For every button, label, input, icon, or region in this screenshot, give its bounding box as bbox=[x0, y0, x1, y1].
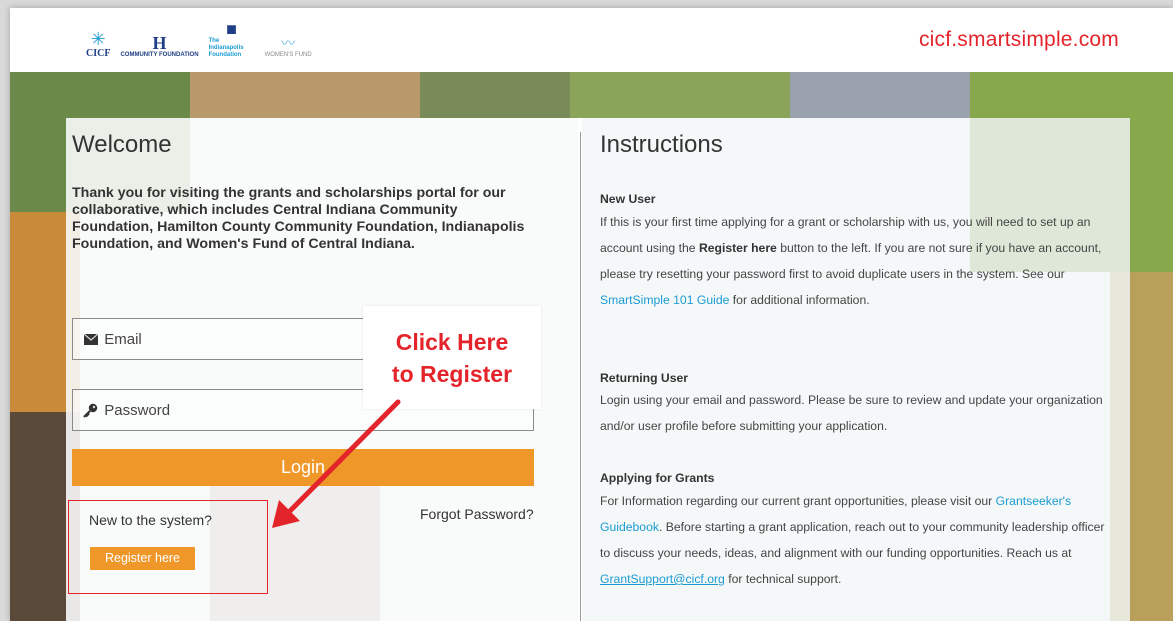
click-here-callout: Click Here to Register bbox=[363, 306, 541, 409]
envelope-icon bbox=[83, 333, 98, 345]
returning-user-text: Login using your email and password. Ple… bbox=[600, 393, 1103, 433]
panel-divider bbox=[580, 132, 581, 621]
grant-support-email-link[interactable]: GrantSupport@cicf.org bbox=[600, 572, 725, 586]
partner-logos: ✳ CICF H COMMUNITY FOUNDATION ■ The Indi… bbox=[86, 20, 312, 59]
welcome-heading: Welcome bbox=[72, 131, 172, 158]
applying-for-grants-heading: Applying for Grants bbox=[600, 471, 715, 485]
login-button[interactable]: Login bbox=[72, 449, 534, 486]
register-highlight-box bbox=[68, 500, 268, 594]
key-icon bbox=[83, 403, 98, 418]
new-user-text: If this is your first time applying for … bbox=[600, 215, 1102, 307]
callout-line-2: to Register bbox=[391, 360, 513, 387]
indianapolis-foundation-logo[interactable]: ■ The Indianapolis Foundation bbox=[209, 20, 255, 59]
callout-line-1: Click Here bbox=[395, 328, 509, 355]
forgot-password-link[interactable]: Forgot Password? bbox=[420, 506, 534, 522]
smartsimple-guide-link[interactable]: SmartSimple 101 Guide bbox=[600, 293, 729, 307]
returning-user-heading: Returning User bbox=[600, 371, 689, 385]
site-url-label: cicf.smartsimple.com bbox=[918, 28, 1119, 51]
welcome-intro-text: Thank you for visiting the grants and sc… bbox=[72, 185, 525, 252]
applying-for-grants-text: For Information regarding our current gr… bbox=[600, 494, 1105, 586]
top-bar: ✳ CICF H COMMUNITY FOUNDATION ■ The Indi… bbox=[10, 8, 1173, 72]
hamilton-county-logo[interactable]: H COMMUNITY FOUNDATION bbox=[120, 34, 198, 59]
register-here-bold: Register here bbox=[698, 241, 777, 255]
womens-fund-logo[interactable]: 〰 WOMEN'S FUND bbox=[265, 34, 312, 59]
cicf-logo[interactable]: ✳ CICF bbox=[86, 30, 110, 59]
new-user-heading: New User bbox=[600, 192, 656, 206]
instructions-heading: Instructions bbox=[600, 131, 723, 158]
